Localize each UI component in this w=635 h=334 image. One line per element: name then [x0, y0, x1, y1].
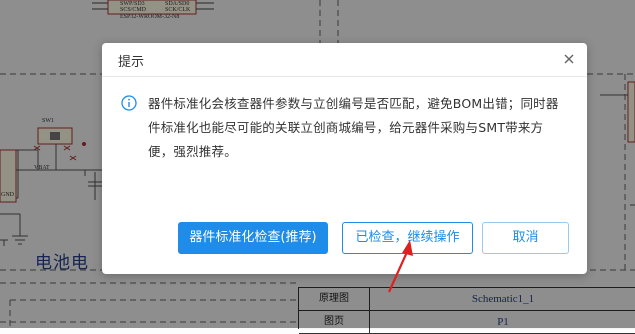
dialog-header: 提示: [102, 43, 587, 77]
standardize-prompt-dialog: 提示 器件标准化会核查器件参数与立创编号是否匹配，避免BOM出错；同时器件标准化…: [102, 43, 587, 274]
cancel-button[interactable]: 取消: [482, 222, 569, 254]
standardize-check-button[interactable]: 器件标准化检查(推荐): [178, 222, 328, 254]
close-icon[interactable]: [561, 51, 577, 67]
checked-continue-button[interactable]: 已检查，继续操作: [342, 222, 473, 254]
dialog-title: 提示: [118, 55, 145, 70]
info-icon: [121, 95, 137, 111]
dialog-message: 器件标准化会核查器件参数与立创编号是否匹配，避免BOM出错；同时器件标准化也能尽…: [148, 96, 559, 159]
